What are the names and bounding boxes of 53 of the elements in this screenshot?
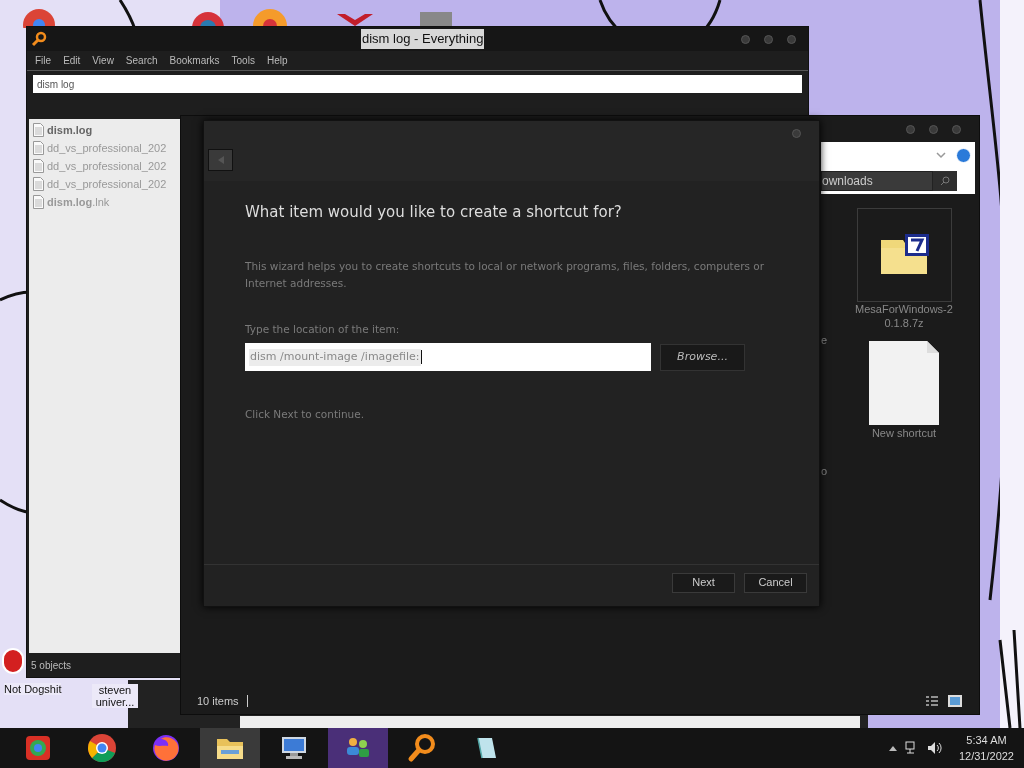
desktop-icon-label[interactable]: steven univer... [92, 684, 138, 708]
speaker-icon[interactable] [926, 741, 943, 755]
document-icon [33, 159, 44, 173]
menu-item[interactable]: Search [121, 53, 162, 68]
document-icon [33, 141, 44, 155]
wizard-heading: What item would you like to create a shortcut for? [245, 202, 623, 223]
browse-button[interactable]: Browse... [660, 343, 745, 371]
magnifier-icon [31, 31, 47, 47]
tray-expand-icon[interactable] [888, 745, 897, 751]
blank-file-icon [869, 341, 939, 425]
menu-item[interactable]: Edit [59, 53, 85, 68]
menu-item[interactable]: View [88, 53, 118, 68]
document-icon [33, 177, 44, 191]
chevron-down-icon[interactable] [936, 151, 946, 159]
menu-item[interactable]: Tools [227, 53, 259, 68]
monitor-icon [279, 734, 309, 762]
taskbar-button[interactable] [328, 728, 388, 768]
menu-item[interactable]: Help [262, 53, 292, 68]
clock-time[interactable]: 5:34 AM [966, 731, 1007, 748]
clock-date[interactable]: 12/31/2022 [958, 748, 1014, 765]
window-title: dism log - Everything [361, 29, 485, 49]
file-name[interactable]: MesaForWindows-20.1.8.7z [854, 302, 954, 330]
taskbar-button[interactable] [200, 728, 260, 768]
document-icon [33, 123, 44, 137]
file-name[interactable]: New shortcut [854, 426, 954, 440]
status-text: 5 objects [31, 658, 72, 673]
next-button[interactable]: Next [672, 572, 735, 593]
browser-icon [87, 733, 117, 763]
search-field[interactable]: ownloads [821, 171, 933, 191]
field-label: Type the location of the item: [245, 321, 401, 337]
search-icon [407, 733, 437, 763]
file-name[interactable]: dism.log [47, 121, 93, 139]
file-name[interactable]: e [821, 332, 828, 349]
search-icon [940, 176, 950, 186]
help-icon[interactable] [956, 147, 971, 163]
document-icon [33, 195, 44, 209]
file-name[interactable]: o [821, 463, 828, 480]
menu-item[interactable]: Bookmarks [165, 53, 224, 68]
back-arrow-icon [217, 156, 224, 164]
browser-icon [24, 734, 52, 762]
hint-text: Click Next to continue. [245, 407, 366, 423]
desktop-icon-label[interactable]: Not Dogshit [4, 683, 62, 695]
menu-item[interactable]: File [31, 53, 56, 68]
search-button[interactable] [933, 171, 957, 191]
cancel-button[interactable]: Cancel [744, 572, 807, 593]
details-view-icon[interactable] [925, 695, 939, 707]
archive-folder-icon [879, 234, 929, 276]
image-view-icon[interactable] [947, 694, 963, 708]
status-text: 10 items [197, 693, 239, 709]
fox-globe-icon [151, 733, 181, 763]
search-field[interactable]: dism log [33, 75, 802, 93]
wizard-description: This wizard helps you to create shortcuts to local or network programs, files, folders, computers or Internet addresses. [245, 258, 766, 291]
back-button[interactable] [208, 149, 233, 171]
